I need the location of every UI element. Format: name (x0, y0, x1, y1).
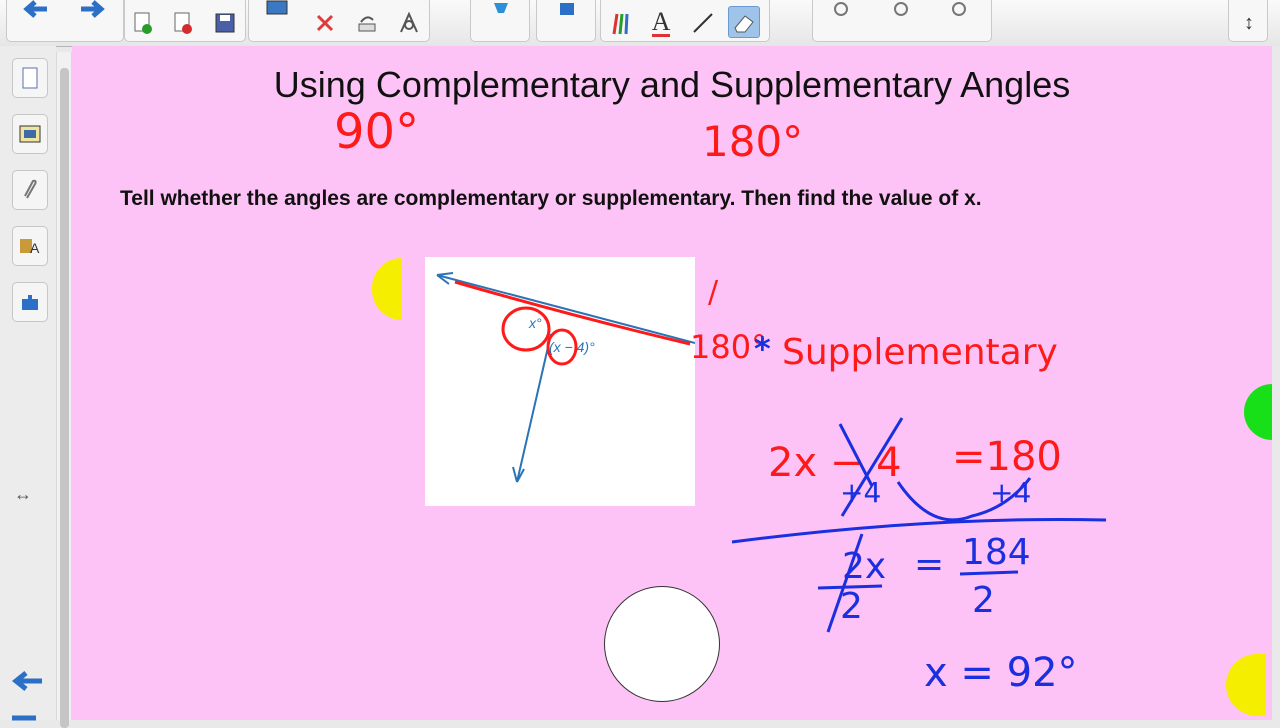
forward-icon[interactable] (78, 0, 108, 24)
text-tool-label: A (651, 6, 671, 37)
ink-supplementary[interactable]: Supplementary (782, 332, 1058, 373)
page-sorter-icon[interactable] (12, 58, 48, 98)
ink-equation-left[interactable]: 2x − 4 (768, 440, 902, 486)
gallery-icon[interactable] (12, 114, 48, 154)
sidebar-scrollbar[interactable] (56, 52, 72, 728)
ink-90-degrees[interactable]: 90° (334, 104, 419, 160)
text-icon[interactable]: A (646, 8, 676, 38)
ink-divider-line[interactable] (731, 517, 1107, 544)
attachments-icon[interactable] (12, 170, 48, 210)
undo-icon[interactable] (352, 8, 382, 38)
main-toolbar: A ↕ (0, 0, 1280, 47)
pens-icon[interactable] (606, 8, 636, 38)
svg-text:A: A (30, 240, 40, 256)
back-icon[interactable] (20, 0, 50, 24)
ink-divide-bar-right[interactable] (959, 570, 1019, 576)
properties-icon[interactable] (394, 8, 424, 38)
next-page-icon[interactable] (10, 710, 44, 728)
ink-divide-num[interactable]: 184 (962, 532, 1031, 573)
shape-icon[interactable] (886, 0, 916, 24)
resize-toolbar-icon[interactable]: ↕ (1234, 8, 1264, 38)
delete-page-icon[interactable] (168, 8, 198, 38)
side-tabs: A ≡ ↔ (0, 46, 63, 721)
ink-solution[interactable]: x = 92° (924, 650, 1078, 696)
ink-divide-left[interactable]: 2x (842, 546, 886, 587)
ink-tick-mark[interactable]: / (708, 275, 719, 310)
capture-icon[interactable] (552, 0, 582, 24)
ink-divide-den[interactable]: 2 (972, 580, 995, 621)
floating-circle-button[interactable] (604, 586, 720, 702)
ink-circle-x[interactable] (501, 306, 551, 352)
save-icon[interactable] (210, 8, 240, 38)
ink-equation-right[interactable]: =180 (952, 434, 1062, 480)
eraser-icon[interactable] (728, 6, 760, 38)
fill-icon[interactable] (826, 0, 856, 24)
sidebar-resize-handle[interactable]: ↔ (14, 484, 32, 505)
delete-icon[interactable] (310, 8, 340, 38)
ink-add-left[interactable]: +4 (840, 476, 881, 509)
magic-pen-icon[interactable] (944, 0, 974, 24)
ink-180-degrees[interactable]: 180° (702, 117, 803, 166)
select-icon[interactable] (486, 0, 516, 24)
line-icon[interactable] (688, 8, 718, 38)
ink-add-right[interactable]: +4 (990, 476, 1031, 509)
prev-page-icon[interactable] (10, 670, 44, 697)
new-page-icon[interactable] (128, 8, 158, 38)
ink-circle-x-minus-4[interactable] (546, 328, 578, 366)
ink-asterisk[interactable]: * (754, 330, 771, 368)
ink-divide-eq[interactable]: = (914, 544, 944, 585)
whiteboard-page[interactable]: Using Complementary and Supplementary An… (72, 46, 1280, 720)
resize-toolbar-label: ↕ (1244, 11, 1254, 34)
screen-shade-icon[interactable] (262, 0, 292, 24)
addons-icon[interactable] (12, 282, 48, 322)
right-scroll-strip (1272, 46, 1280, 720)
ink-divide-left-den[interactable]: 2 (840, 586, 863, 627)
scrollbar-thumb[interactable] (60, 68, 69, 728)
properties-tab-icon[interactable]: A (12, 226, 48, 266)
